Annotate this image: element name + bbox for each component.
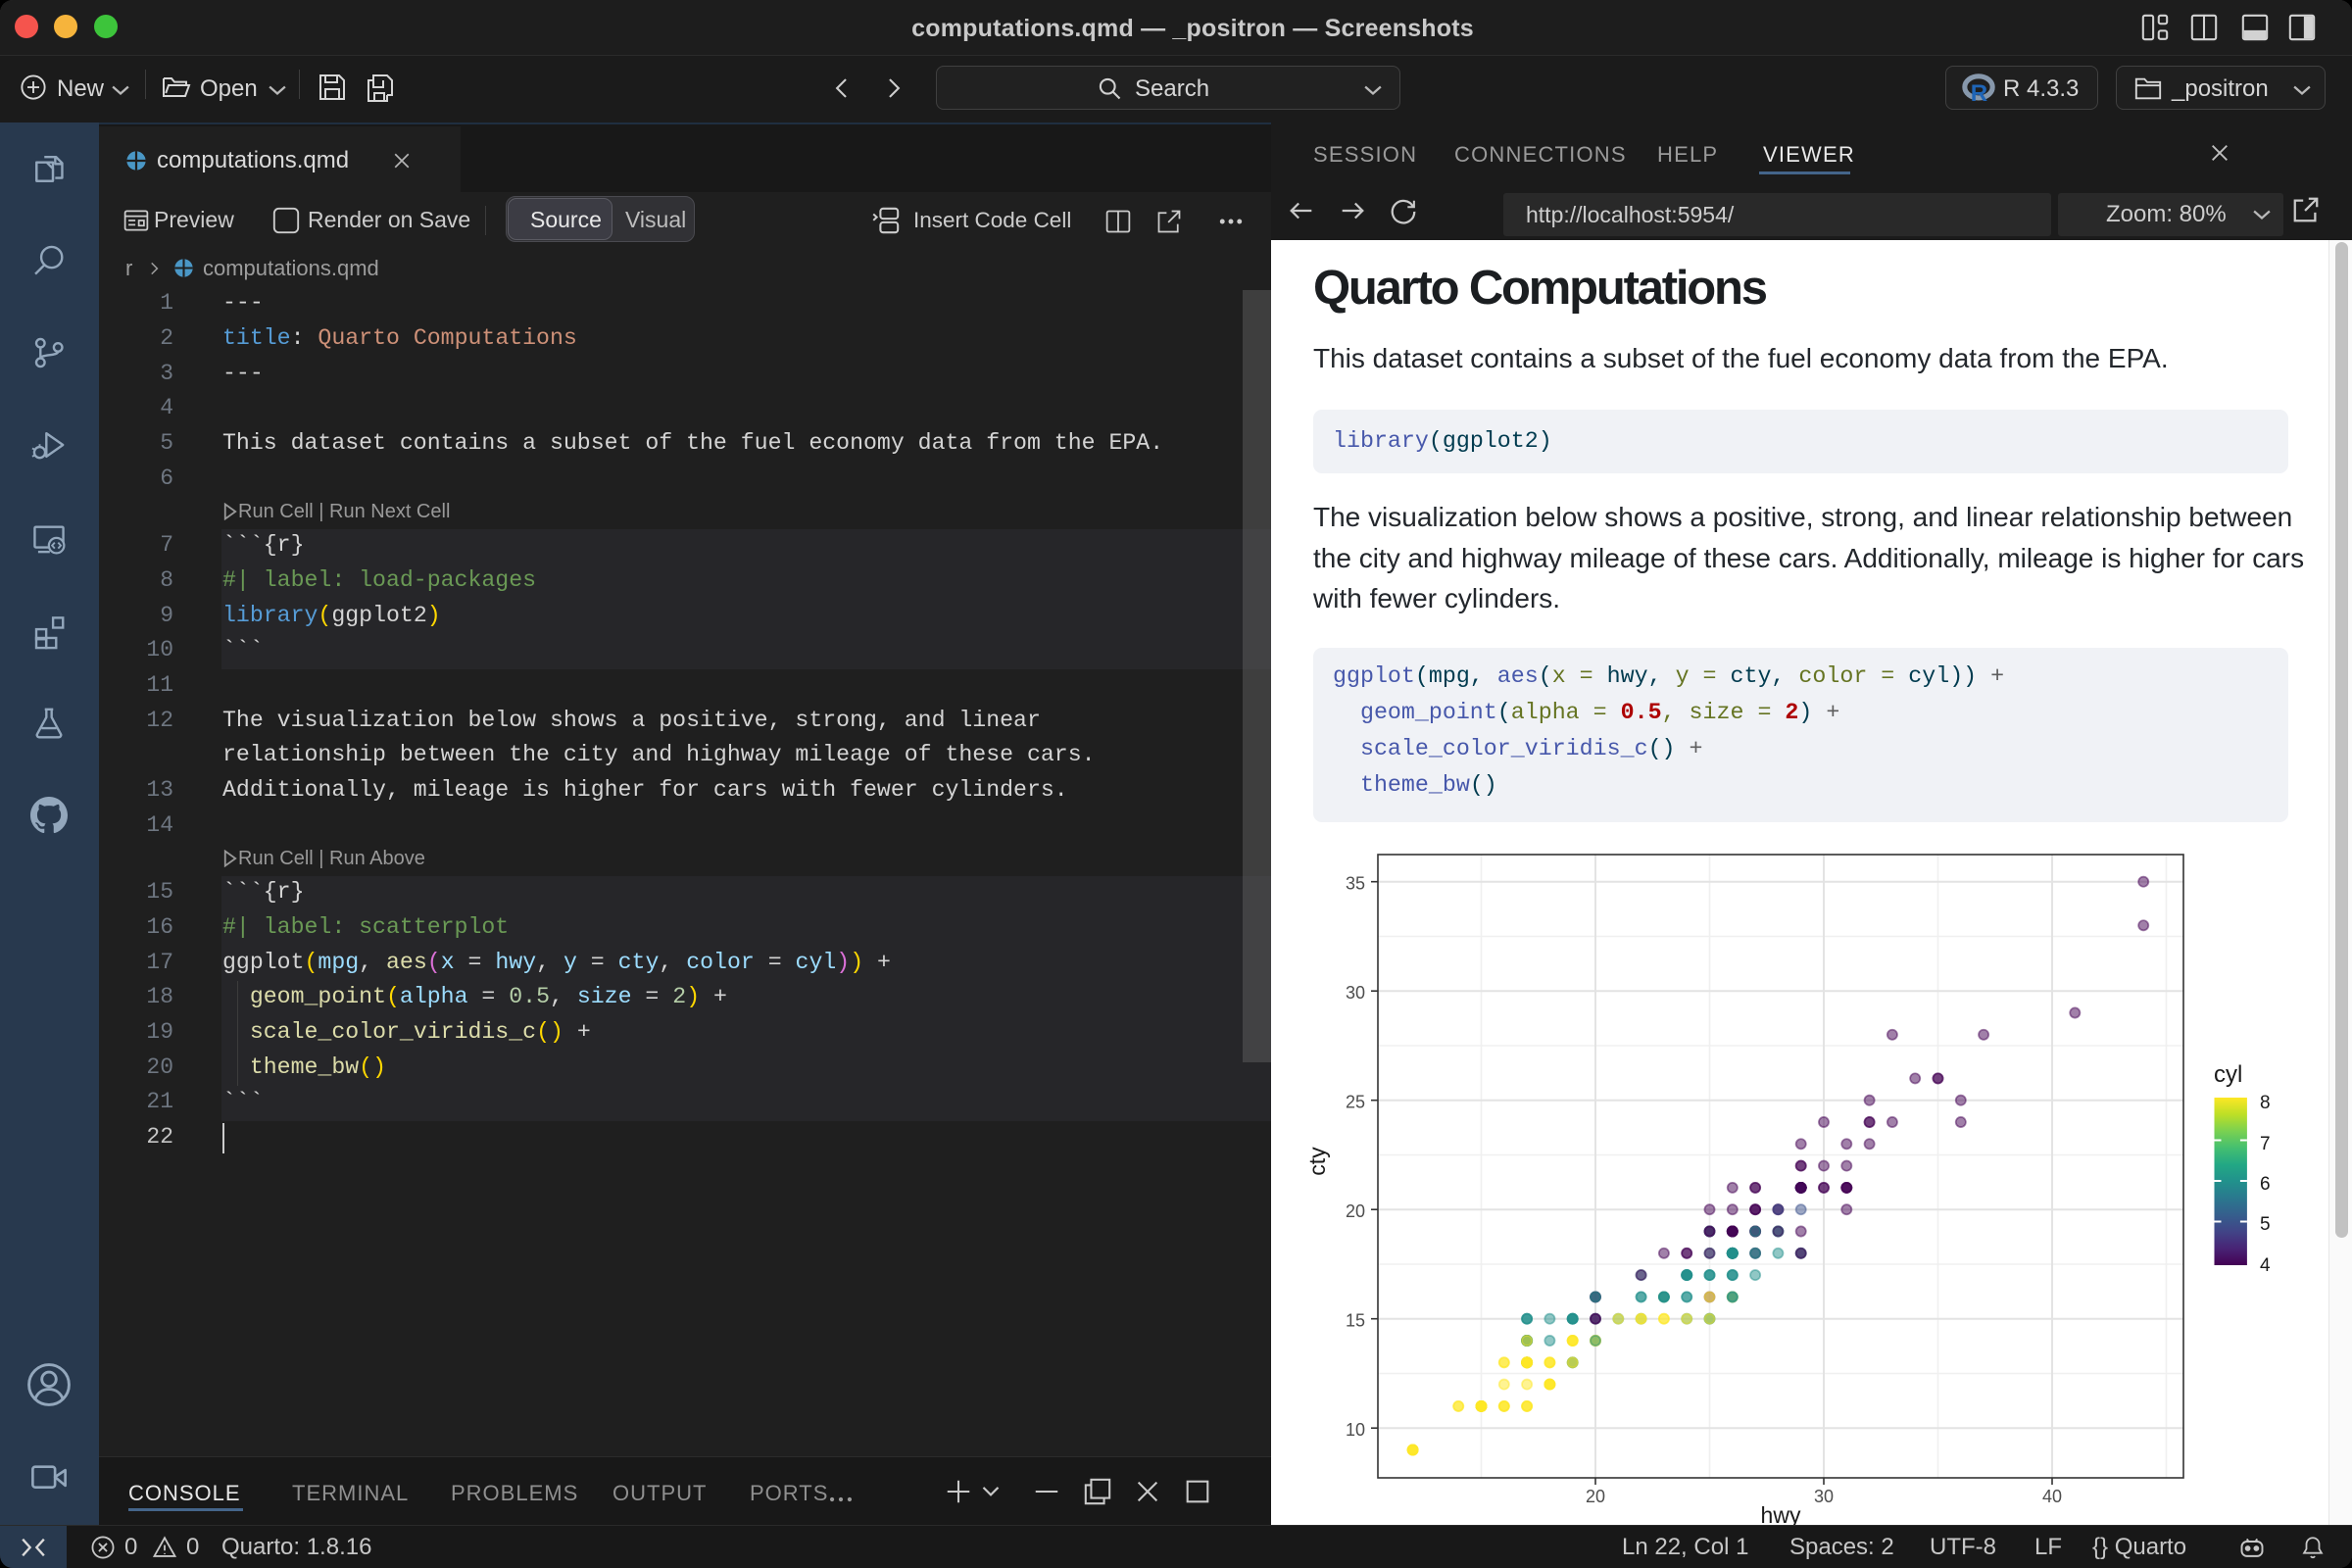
svg-text:10: 10 bbox=[1346, 1420, 1365, 1440]
svg-text:30: 30 bbox=[1814, 1487, 1834, 1506]
svg-text:4: 4 bbox=[2260, 1255, 2271, 1276]
svg-text:5: 5 bbox=[2260, 1214, 2271, 1235]
svg-text:25: 25 bbox=[1346, 1093, 1365, 1112]
svg-text:R: R bbox=[1971, 80, 1987, 106]
svg-text:hwy: hwy bbox=[1761, 1502, 1801, 1525]
svg-text:20: 20 bbox=[1586, 1487, 1605, 1506]
svg-text:6: 6 bbox=[2260, 1174, 2271, 1195]
svg-text:8: 8 bbox=[2260, 1093, 2271, 1113]
svg-text:30: 30 bbox=[1346, 983, 1365, 1003]
svg-text:cyl: cyl bbox=[2214, 1061, 2242, 1088]
svg-text:40: 40 bbox=[2042, 1487, 2062, 1506]
svg-text:15: 15 bbox=[1346, 1311, 1365, 1331]
svg-text:7: 7 bbox=[2260, 1134, 2271, 1154]
svg-text:20: 20 bbox=[1346, 1201, 1365, 1221]
svg-text:35: 35 bbox=[1346, 874, 1365, 894]
svg-text:cty: cty bbox=[1304, 1147, 1330, 1176]
